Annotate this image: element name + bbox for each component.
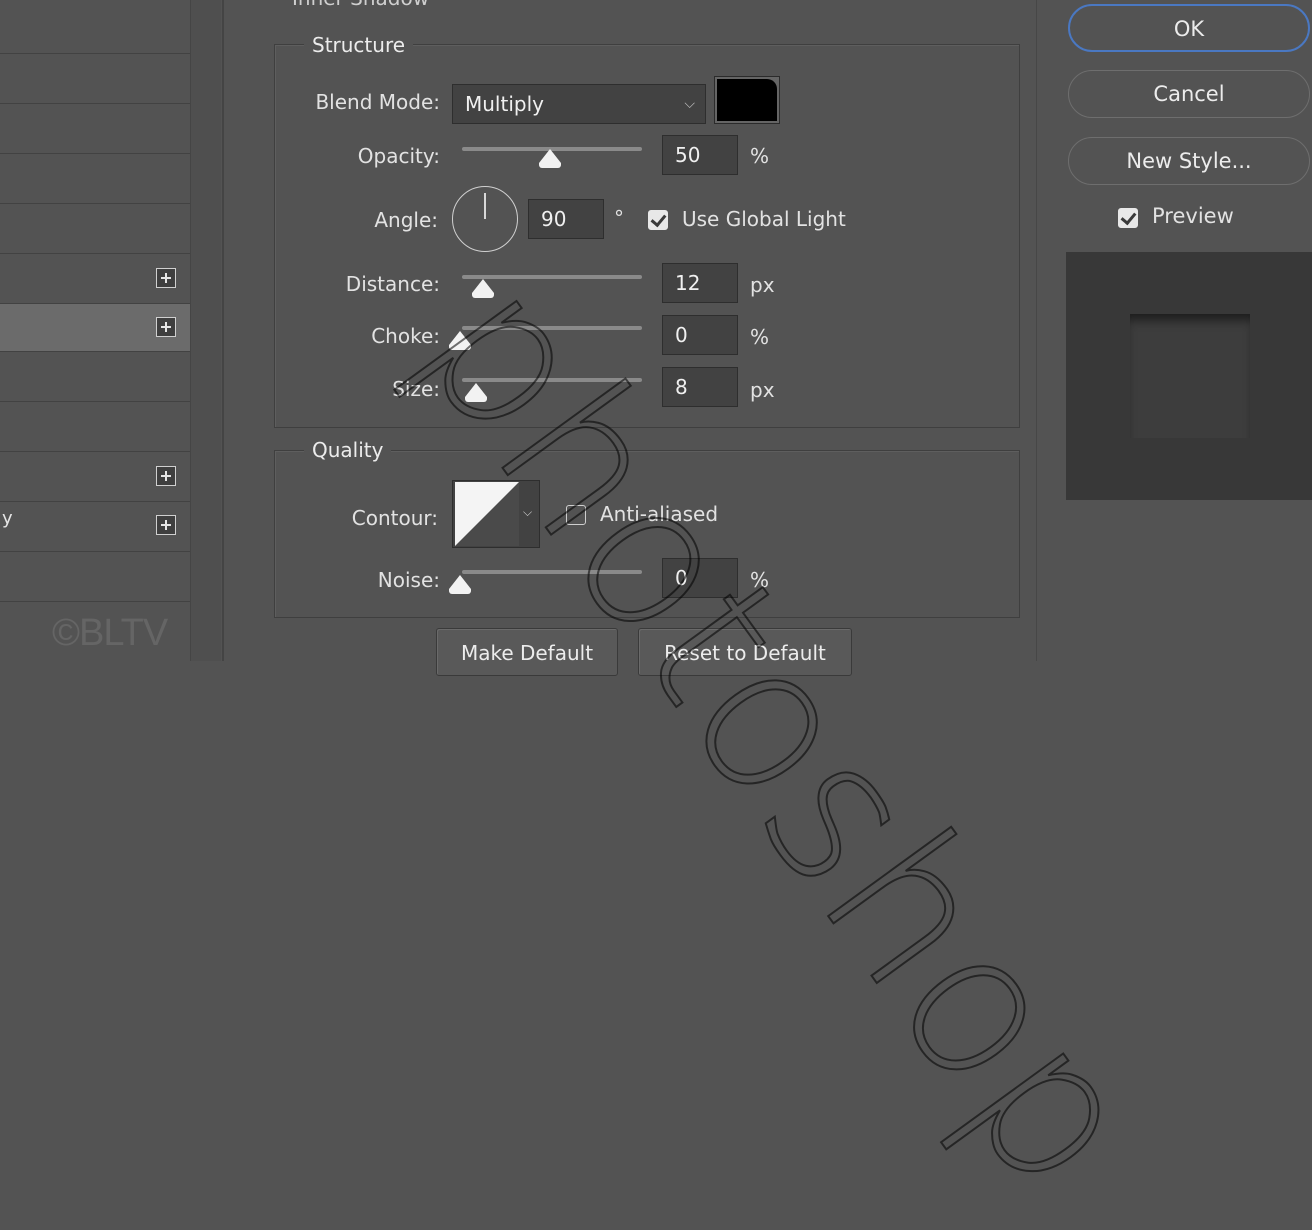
contour-label: Contour: (351, 506, 438, 530)
opacity-label: Opacity: (357, 144, 440, 168)
make-default-button[interactable]: Make Default (436, 628, 618, 676)
choke-label: Choke: (371, 324, 440, 348)
angle-unit: ° (614, 206, 624, 230)
color-fill (717, 79, 777, 121)
noise-slider-thumb[interactable] (449, 575, 471, 594)
structure-legend: Structure (304, 33, 414, 57)
use-global-light-checkbox[interactable] (648, 210, 668, 230)
brand-watermark: ©BLTV (52, 612, 168, 654)
noise-unit: % (750, 568, 770, 592)
choke-unit: % (750, 325, 770, 349)
panel-divider (190, 0, 221, 661)
blend-mode-label: Blend Mode: (315, 90, 440, 114)
add-style-icon[interactable] (156, 268, 176, 288)
preview-label: Preview (1152, 204, 1234, 228)
style-row[interactable] (0, 104, 190, 154)
chevron-down-icon: ⌵ (523, 505, 533, 519)
choke-input[interactable]: 0 (662, 315, 738, 355)
distance-input[interactable]: 12 (662, 263, 738, 303)
style-row[interactable] (0, 552, 190, 602)
noise-input[interactable]: 0 (662, 558, 738, 598)
size-slider-thumb[interactable] (465, 383, 487, 402)
style-row[interactable] (0, 0, 190, 54)
panel-divider (222, 0, 224, 661)
distance-unit: px (750, 273, 775, 297)
size-input[interactable]: 8 (662, 367, 738, 407)
opacity-unit: % (750, 144, 770, 168)
add-style-icon[interactable] (156, 317, 176, 337)
blend-mode-value: Multiply (465, 92, 544, 116)
angle-needle (484, 193, 486, 219)
opacity-slider-thumb[interactable] (539, 149, 561, 168)
add-style-icon[interactable] (156, 466, 176, 486)
section-title: Inner Shadow (292, 0, 429, 10)
size-unit: px (750, 378, 775, 402)
cancel-button[interactable]: Cancel (1068, 70, 1310, 118)
anti-aliased-checkbox[interactable] (566, 505, 586, 525)
preview-checkbox[interactable] (1118, 208, 1138, 228)
style-row[interactable] (0, 352, 190, 402)
contour-picker[interactable]: ⌵ (452, 480, 540, 548)
style-row[interactable] (0, 402, 190, 452)
angle-dial[interactable] (452, 186, 518, 252)
distance-label: Distance: (345, 272, 440, 296)
anti-aliased-label: Anti-aliased (600, 502, 719, 526)
shadow-color-swatch[interactable] (714, 76, 780, 124)
size-slider-track[interactable] (462, 378, 642, 382)
noise-label: Noise: (377, 568, 440, 592)
distance-slider-thumb[interactable] (472, 279, 494, 298)
style-row[interactable] (0, 154, 190, 204)
angle-input[interactable]: 90 (528, 199, 604, 239)
contour-curve-icon (455, 482, 519, 546)
chevron-down-icon: ⌵ (684, 96, 695, 112)
quality-legend: Quality (304, 438, 392, 462)
choke-slider-thumb[interactable] (449, 331, 471, 350)
use-global-light-label: Use Global Light (682, 207, 846, 231)
quality-group (274, 450, 1020, 618)
opacity-input[interactable]: 50 (662, 135, 738, 175)
styles-list (0, 0, 190, 661)
noise-slider-track[interactable] (462, 570, 642, 574)
style-row-label-fragment: y (2, 508, 13, 529)
blend-mode-select[interactable]: Multiply ⌵ (452, 84, 706, 124)
style-row[interactable] (0, 204, 190, 254)
style-row[interactable] (0, 54, 190, 104)
size-label: Size: (392, 377, 440, 401)
choke-slider-track[interactable] (462, 326, 642, 330)
add-style-icon[interactable] (156, 515, 176, 535)
reset-to-default-button[interactable]: Reset to Default (638, 628, 852, 676)
angle-label: Angle: (374, 208, 438, 232)
new-style-button[interactable]: New Style... (1068, 137, 1310, 185)
preview-swatch (1130, 314, 1250, 438)
ok-button[interactable]: OK (1068, 4, 1310, 52)
